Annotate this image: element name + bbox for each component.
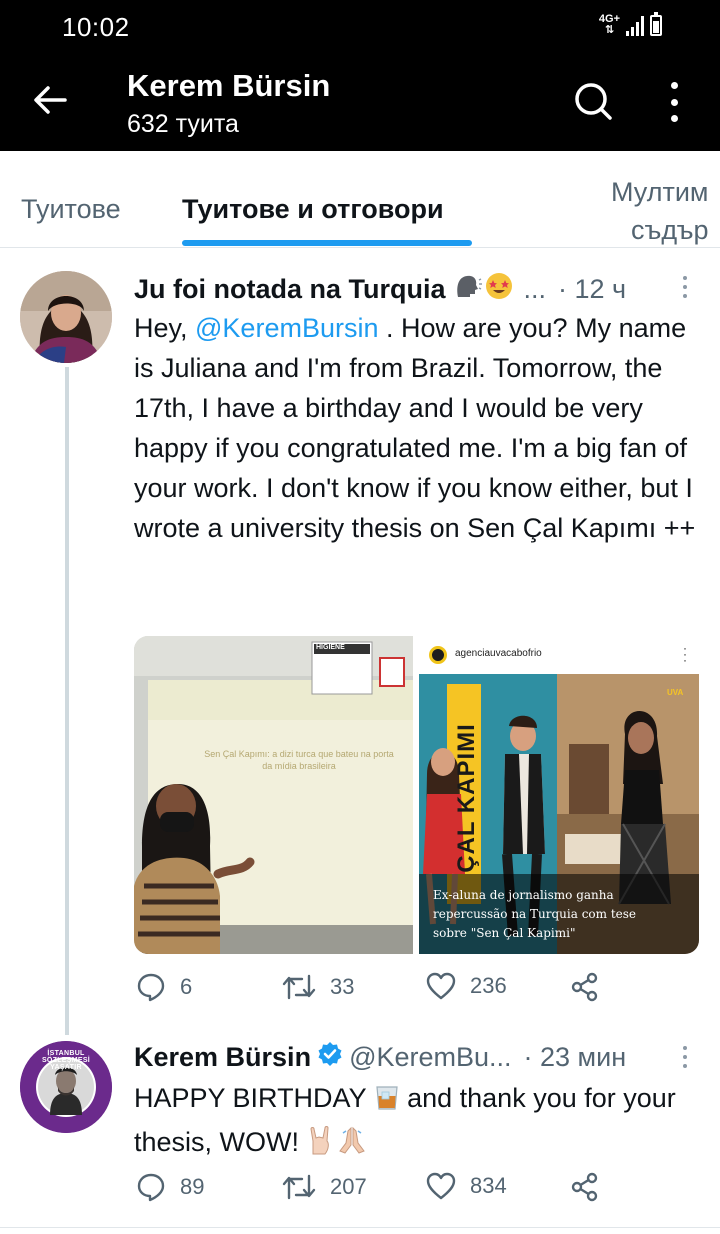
avatar-photo — [20, 271, 112, 363]
tweet-count: 632 туита — [127, 110, 239, 138]
search-button[interactable] — [572, 80, 614, 122]
like-button[interactable]: 834 — [426, 1172, 507, 1200]
tab-media[interactable]: Мултим съдър — [611, 173, 709, 247]
data-arrows-icon: ⇅ — [604, 24, 615, 36]
tab-media-label-line1: Мултим — [611, 177, 709, 207]
ellipsis-text: ... — [523, 274, 547, 304]
tweet-actions: 6 33 236 — [134, 972, 704, 1008]
tweet-text-part-1: HAPPY BIRTHDAY — [134, 1083, 374, 1113]
mention-link[interactable]: @KeremBursin — [195, 313, 378, 343]
reply-count: 89 — [180, 1174, 205, 1199]
author-handle[interactable]: @KeremBu... — [349, 1042, 511, 1073]
signal-icon — [626, 16, 644, 36]
star-struck-emoji-icon — [484, 271, 514, 308]
active-tab-indicator — [182, 240, 472, 246]
presentation-photo — [134, 636, 413, 954]
tweet-text-body: . How are you? My name is Juliana and I'… — [134, 313, 696, 543]
kebab-dot-icon — [683, 285, 687, 289]
kebab-dot-icon — [683, 1064, 687, 1068]
like-count: 236 — [470, 973, 507, 998]
tweet-header: Kerem Bürsin @KeremBu... · 23 мин — [134, 1041, 626, 1074]
share-button[interactable] — [570, 1172, 600, 1202]
tweet-header: Ju foi notada na Turquia ... · 12 ч — [134, 271, 626, 308]
kebab-dot-icon — [683, 294, 687, 298]
post-caption-line-3: sobre "Sen Çal Kapimi" — [433, 926, 576, 940]
kebab-dot-icon — [670, 115, 678, 122]
heart-icon — [426, 1172, 456, 1200]
slide-title: Sen Çal Kapımı: a dizi turca que bateu n… — [204, 749, 394, 771]
tweet-text-prefix: Hey, — [134, 313, 196, 343]
status-icons: 4G+ ⇅ — [599, 12, 662, 36]
tumbler-glass-emoji-icon — [374, 1082, 400, 1122]
retweet-count: 207 — [330, 1174, 367, 1199]
retweet-button[interactable]: 207 — [282, 1172, 367, 1202]
verified-badge-icon — [317, 1041, 343, 1074]
reply-icon — [137, 973, 165, 1002]
tweet-time: · 23 мин — [523, 1042, 627, 1072]
author-name[interactable]: Kerem Bürsin — [134, 1042, 311, 1073]
profile-tabs: Туитове Туитове и отговори Мултим съдър — [0, 151, 720, 248]
rock-on-hand-emoji-icon — [307, 1125, 333, 1166]
tab-media-label-line2: съдър — [631, 215, 709, 245]
back-arrow-icon — [34, 86, 67, 114]
reply-icon — [137, 1173, 165, 1202]
retweet-icon — [282, 974, 316, 1000]
tweet-photo-presentation[interactable]: HIGIENE Sen Çal Kapımı: a dizi turca que… — [134, 636, 413, 954]
show-title: ÇAL KAPIMI — [453, 723, 480, 873]
like-count: 834 — [470, 1173, 507, 1198]
reply-button[interactable]: 89 — [136, 1172, 204, 1202]
kebab-dot-icon — [683, 1055, 687, 1059]
post-badge: UVA — [667, 688, 684, 697]
tweet-text: HAPPY BIRTHDAY and thank you for your th… — [134, 1078, 704, 1166]
kebab-dot-icon — [670, 98, 678, 106]
more-options-button[interactable] — [663, 82, 685, 122]
slide-label: HIGIENE — [316, 644, 345, 651]
app-header: 10:02 4G+ ⇅ Kerem Bürsin 632 туита — [0, 0, 720, 151]
account-logo-icon — [429, 646, 447, 664]
post-caption-line-2: repercussão na Turquia com tese — [433, 907, 637, 921]
post-caption: Ex-aluna de jornalismo ganha repercussão… — [433, 886, 695, 943]
network-indicator: 4G+ ⇅ — [599, 14, 620, 36]
tweet-divider — [0, 1227, 720, 1228]
tweet-more-button[interactable] — [682, 1046, 688, 1068]
share-icon — [571, 972, 598, 1002]
status-time: 10:02 — [62, 12, 130, 42]
reply-button[interactable]: 6 — [136, 972, 192, 1002]
kebab-dot-icon — [670, 82, 678, 89]
share-icon — [571, 1172, 598, 1202]
heart-icon — [426, 972, 456, 1000]
retweet-count: 33 — [330, 974, 355, 999]
post-more-icon: · · · — [683, 641, 687, 667]
post-caption-line-1: Ex-aluna de jornalismo ganha — [433, 888, 614, 902]
back-button[interactable] — [30, 80, 70, 120]
kebab-dot-icon — [683, 1046, 687, 1050]
share-button[interactable] — [570, 972, 600, 1002]
tweet-time: · 12 ч — [558, 274, 627, 304]
retweet-button[interactable]: 33 — [282, 972, 354, 1002]
avatar-ring-text: İSTANBUL SÖZLEŞMESİ YAŞATIR — [41, 1050, 91, 1071]
post-account: agenciauvacabofrio — [455, 648, 542, 659]
tab-tweets[interactable]: Туитове — [21, 194, 121, 225]
reply-count: 6 — [180, 974, 193, 999]
retweet-icon — [282, 1174, 316, 1200]
tweet-actions: 89 207 834 — [134, 1172, 704, 1208]
like-button[interactable]: 236 — [426, 972, 507, 1000]
tweet-more-button[interactable] — [682, 276, 688, 298]
kebab-dot-icon — [683, 276, 687, 280]
post-header: agenciauvacabofrio · · · — [419, 636, 699, 674]
folded-hands-emoji-icon — [337, 1125, 367, 1166]
thread-connector — [65, 367, 69, 1035]
tweet-photo-news-post[interactable]: agenciauvacabofrio · · · UVA ÇAL KAPIMI Ex… — [419, 636, 699, 954]
profile-name: Kerem Bürsin — [127, 68, 331, 103]
speaking-head-emoji-icon — [454, 273, 482, 306]
search-icon — [575, 83, 612, 120]
tweet-text: Hey, @KeremBursin . How are you? My name… — [134, 308, 704, 548]
avatar-juliana[interactable] — [20, 271, 112, 363]
author-name[interactable]: Ju foi notada na Turquia — [134, 274, 446, 305]
battery-icon — [650, 12, 662, 36]
tab-tweets-and-replies[interactable]: Туитове и отговори — [182, 194, 444, 225]
